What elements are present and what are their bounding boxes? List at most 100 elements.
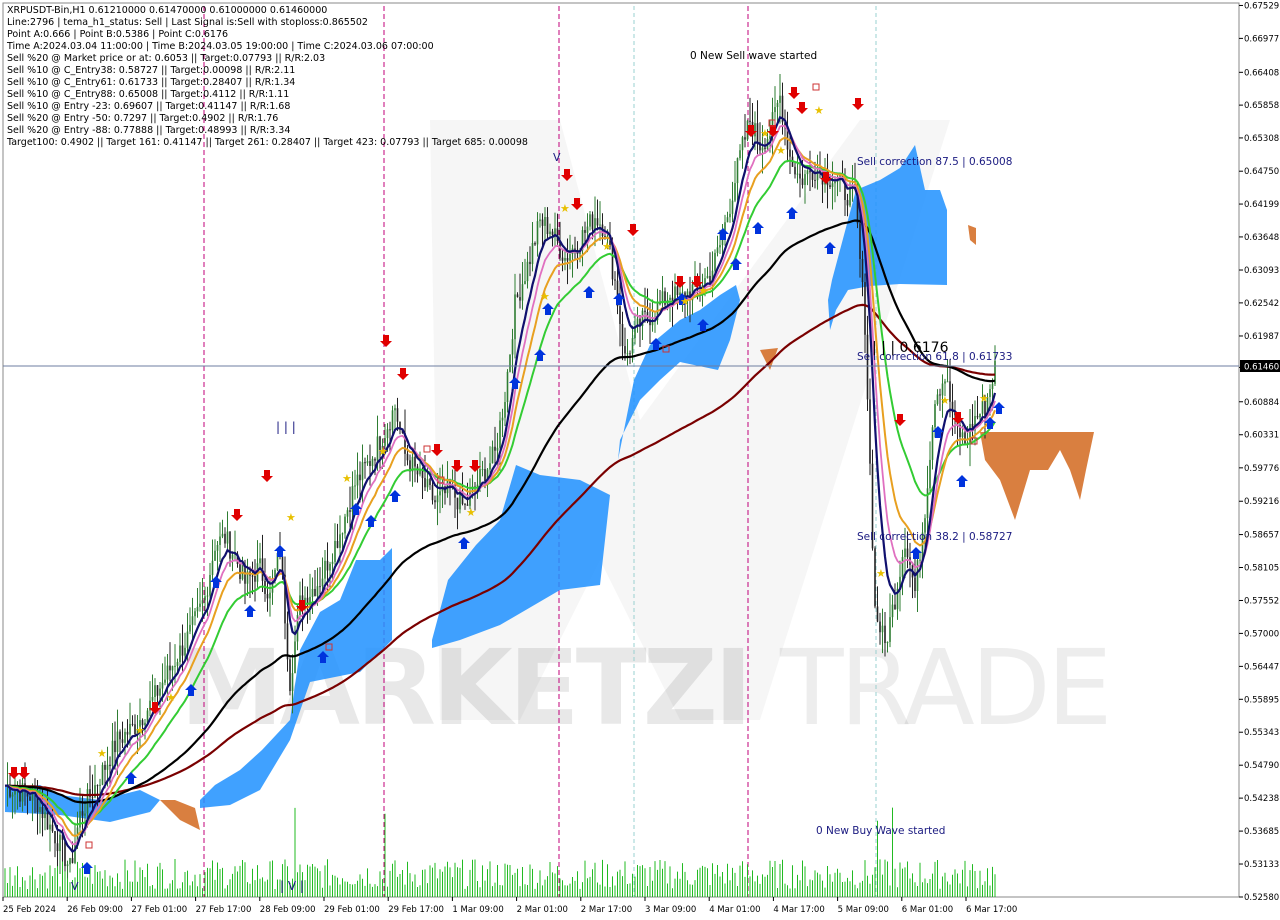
candle-body <box>39 806 41 813</box>
buy-wave-label: 0 New Buy Wave started <box>816 825 945 837</box>
candle-body <box>549 231 551 235</box>
star-marker-icon: ★ <box>680 295 690 308</box>
candle-body <box>221 533 224 537</box>
candle-body <box>286 623 289 660</box>
candle-body <box>231 554 234 559</box>
x-tick-label: 2 Mar 17:00 <box>581 905 632 915</box>
y-tick-label: 0.58657 <box>1244 531 1279 541</box>
candle-body <box>386 429 389 439</box>
candle-body <box>104 764 106 770</box>
star-marker-icon: ★ <box>378 445 388 458</box>
candle-body <box>181 645 184 656</box>
candle-body <box>624 346 626 354</box>
header-line: Sell %10 @ C_Entry61: 0.61733 || Target:… <box>7 77 295 88</box>
candle-body <box>201 600 204 604</box>
candle-body <box>356 474 359 486</box>
candle-body <box>961 432 964 438</box>
candle-body <box>439 491 441 496</box>
candle-body <box>191 616 194 625</box>
candle-body <box>131 723 134 725</box>
candle-body <box>529 261 531 265</box>
x-tick-label: 29 Feb 17:00 <box>388 905 444 915</box>
star-marker-icon: ★ <box>166 691 176 704</box>
price-chart[interactable]: MARKETZI TRADE ★ ★ ★ ★ ★ ★ ★ ★ ★ ★ ★ ★ ★ ★ ★ ★ ★ ★ 0 New … <box>0 0 1280 920</box>
y-tick-label: 0.57000 <box>1244 629 1279 639</box>
star-marker-icon: ★ <box>876 567 886 580</box>
candle-body <box>11 794 14 797</box>
candle-body <box>496 447 499 451</box>
candle-body <box>604 236 606 238</box>
candle-body <box>344 516 346 534</box>
high-marker: V <box>553 151 561 164</box>
candle-body <box>719 245 721 248</box>
candle-body <box>591 214 594 230</box>
candle-body <box>169 665 171 671</box>
candle-body <box>429 479 431 486</box>
candle-body <box>251 575 254 577</box>
candle-body <box>214 550 216 561</box>
x-tick-label: 26 Feb 09:00 <box>67 905 123 915</box>
candle-body <box>171 666 174 671</box>
candle-body <box>164 679 166 683</box>
candle-body <box>861 258 864 283</box>
candle-body <box>124 731 126 743</box>
candle-body <box>239 563 241 580</box>
candle-body <box>364 462 366 464</box>
candle-body <box>914 577 916 591</box>
candle-body <box>531 243 534 265</box>
star-marker-icon: ★ <box>135 724 145 737</box>
header-line: Point A:0.666 | Point B:0.5386 | Point C… <box>7 29 228 40</box>
candle-body <box>511 339 514 355</box>
candle-body <box>594 218 596 230</box>
candle-body <box>126 731 129 735</box>
candle-body <box>59 834 61 852</box>
candle-body <box>876 606 879 622</box>
candle-body <box>676 286 679 296</box>
candle-body <box>774 107 776 113</box>
candle-body <box>216 544 219 551</box>
x-tick-label: 29 Feb 01:00 <box>324 905 380 915</box>
sell-wave-label: 0 New Sell wave started <box>690 50 817 62</box>
x-tick-label: 28 Feb 09:00 <box>260 905 316 915</box>
candle-body <box>226 531 229 544</box>
candle-body <box>794 166 796 175</box>
candle-body <box>189 624 191 632</box>
candle-body <box>406 453 409 461</box>
x-tick-label: 4 Mar 17:00 <box>773 905 824 915</box>
candle-body <box>326 560 329 571</box>
candle-body <box>436 495 439 503</box>
candle-body <box>926 488 929 519</box>
candle-body <box>71 858 74 863</box>
candle-body <box>886 641 889 644</box>
header-line: Sell %20 @ Market price or at: 0.6053 ||… <box>7 53 325 64</box>
candle-body <box>534 243 536 245</box>
candle-body <box>209 574 211 596</box>
candle-body <box>79 811 81 828</box>
candle-body <box>54 831 56 844</box>
candle-body <box>589 214 591 227</box>
candle-body <box>424 478 426 488</box>
x-tick-label: 25 Feb 2024 <box>3 905 56 915</box>
candle-body <box>204 596 206 601</box>
candle-body <box>359 474 361 481</box>
y-tick-label: 0.54790 <box>1244 761 1279 771</box>
candle-body <box>374 458 376 461</box>
y-tick-label: 0.63648 <box>1244 233 1279 243</box>
x-tick-label: 4 Mar 01:00 <box>709 905 760 915</box>
candle-body <box>806 170 809 175</box>
candle-body <box>749 120 751 122</box>
candle-body <box>521 284 524 301</box>
candle-body <box>479 469 481 485</box>
candle-body <box>254 575 256 582</box>
star-marker-icon: ★ <box>286 511 296 524</box>
candle-body <box>14 790 16 795</box>
x-tick-label: 5 Mar 09:00 <box>838 905 889 915</box>
candle-body <box>611 246 614 280</box>
candle-body <box>494 446 496 451</box>
x-tick-label: 3 Mar 09:00 <box>645 905 696 915</box>
candle-body <box>706 275 709 279</box>
candle-body <box>491 446 494 464</box>
candle-body <box>84 813 86 816</box>
candle-body <box>946 381 949 383</box>
candle-body <box>129 723 131 735</box>
